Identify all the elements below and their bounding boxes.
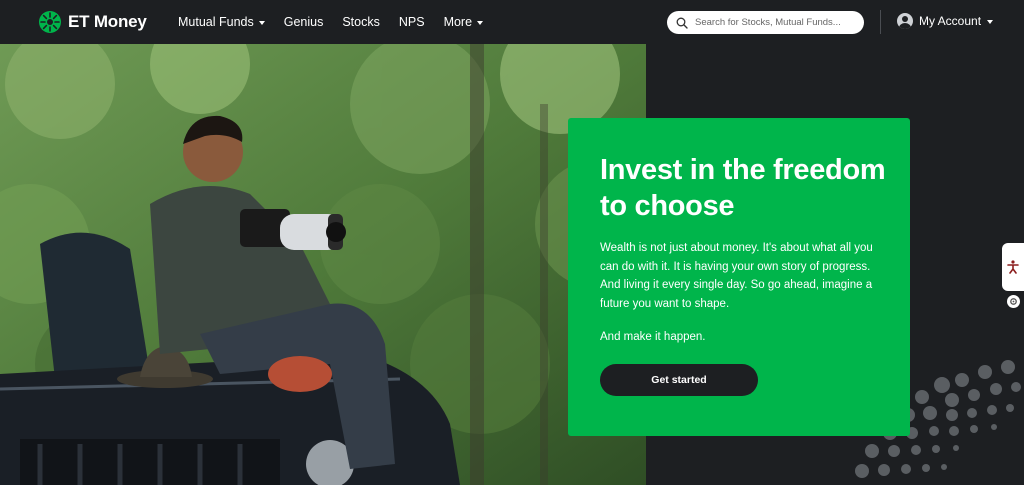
nav-mutual-funds[interactable]: Mutual Funds bbox=[178, 15, 265, 29]
avatar-icon bbox=[897, 13, 913, 29]
logo[interactable]: ET Money bbox=[38, 10, 147, 34]
hero-card: Invest in the freedom to choose Wealth i… bbox=[568, 118, 910, 436]
et-money-logo-icon bbox=[39, 11, 61, 33]
nav-nps[interactable]: NPS bbox=[399, 15, 425, 29]
nav-stocks[interactable]: Stocks bbox=[342, 15, 380, 29]
nav-nps-label: NPS bbox=[398, 15, 425, 29]
my-account-label: My Account bbox=[919, 14, 982, 28]
search-box[interactable] bbox=[667, 11, 864, 34]
nav-more-label: More bbox=[443, 15, 473, 29]
my-account-menu[interactable]: My Account bbox=[897, 13, 994, 29]
nav-stocks-label: Stocks bbox=[342, 15, 380, 29]
nav-divider bbox=[880, 10, 881, 34]
hero-description: Wealth is not just about money. It's abo… bbox=[600, 242, 873, 310]
search-icon bbox=[676, 17, 688, 29]
caret-down-icon bbox=[477, 20, 484, 25]
hero-image bbox=[0, 44, 646, 485]
caret-down-icon bbox=[987, 19, 994, 24]
brand-name: ET Money bbox=[68, 12, 147, 31]
main-menu: Mutual Funds Genius Stocks NPS More bbox=[178, 0, 484, 44]
nav-more[interactable]: More bbox=[443, 15, 484, 29]
get-started-button[interactable]: Get started bbox=[600, 364, 758, 396]
nav-mutual-funds-label: Mutual Funds bbox=[178, 15, 254, 29]
search-input[interactable] bbox=[695, 17, 860, 28]
nav-genius[interactable]: Genius bbox=[284, 15, 324, 29]
gear-icon bbox=[1010, 298, 1017, 305]
hero-tagline: And make it happen. bbox=[600, 331, 706, 343]
accessibility-widget[interactable] bbox=[1002, 243, 1024, 291]
accessibility-icon bbox=[1007, 260, 1019, 274]
settings-widget[interactable] bbox=[1007, 295, 1020, 308]
nav-genius-label: Genius bbox=[283, 15, 324, 29]
hero-title: Invest in the freedom to choose bbox=[600, 154, 886, 222]
top-nav: ET Money Mutual Funds Genius Stocks NPS … bbox=[0, 0, 1024, 44]
caret-down-icon bbox=[258, 20, 265, 25]
